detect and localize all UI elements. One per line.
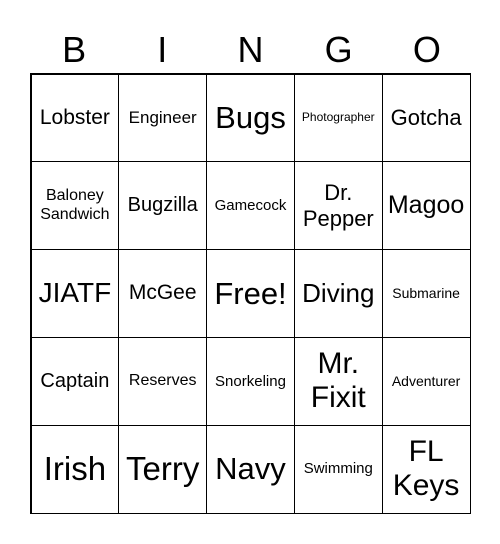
bingo-cell[interactable]: Mr. Fixit	[293, 336, 383, 426]
bingo-cell[interactable]: Irish	[30, 424, 120, 514]
header-letter-i: I	[157, 29, 168, 70]
bingo-header: B I N G O	[30, 30, 471, 70]
bingo-grid: Lobster Engineer Bugs Photographer Gotcha Bal…	[30, 73, 471, 514]
bingo-cell[interactable]: FL Keys	[381, 424, 471, 514]
bingo-cell[interactable]: Diving	[293, 249, 383, 338]
bingo-cell[interactable]: Magoo	[381, 161, 471, 251]
bingo-cell[interactable]: Snorkeling	[206, 336, 295, 426]
bingo-cell[interactable]: Photographer	[293, 73, 383, 163]
bingo-cell[interactable]: Baloney Sandwich	[30, 161, 120, 251]
header-letter-g: G	[324, 29, 353, 70]
bingo-cell[interactable]: Bugs	[206, 73, 295, 163]
header-letter-b: B	[62, 29, 87, 70]
bingo-cell[interactable]: Engineer	[118, 73, 208, 163]
bingo-cell[interactable]: Adventurer	[381, 336, 471, 426]
header-letter-o: O	[412, 29, 441, 70]
bingo-cell[interactable]: Free!	[206, 249, 295, 338]
bingo-cell[interactable]: Dr. Pepper	[293, 161, 383, 251]
bingo-cell[interactable]: Gamecock	[206, 161, 295, 251]
bingo-cell[interactable]: Submarine	[381, 249, 471, 338]
bingo-cell[interactable]: Bugzilla	[118, 161, 208, 251]
bingo-cell[interactable]: JIATF	[30, 249, 120, 338]
bingo-cell[interactable]: Navy	[206, 424, 295, 514]
header-letter-n: N	[237, 29, 264, 70]
bingo-cell[interactable]: McGee	[118, 249, 208, 338]
bingo-cell[interactable]: Terry	[118, 424, 208, 514]
bingo-cell[interactable]: Gotcha	[381, 73, 471, 163]
bingo-cell[interactable]: Swimming	[293, 424, 383, 514]
bingo-cell[interactable]: Captain	[30, 336, 120, 426]
bingo-cell[interactable]: Lobster	[30, 73, 120, 163]
bingo-cell[interactable]: Reserves	[118, 336, 208, 426]
